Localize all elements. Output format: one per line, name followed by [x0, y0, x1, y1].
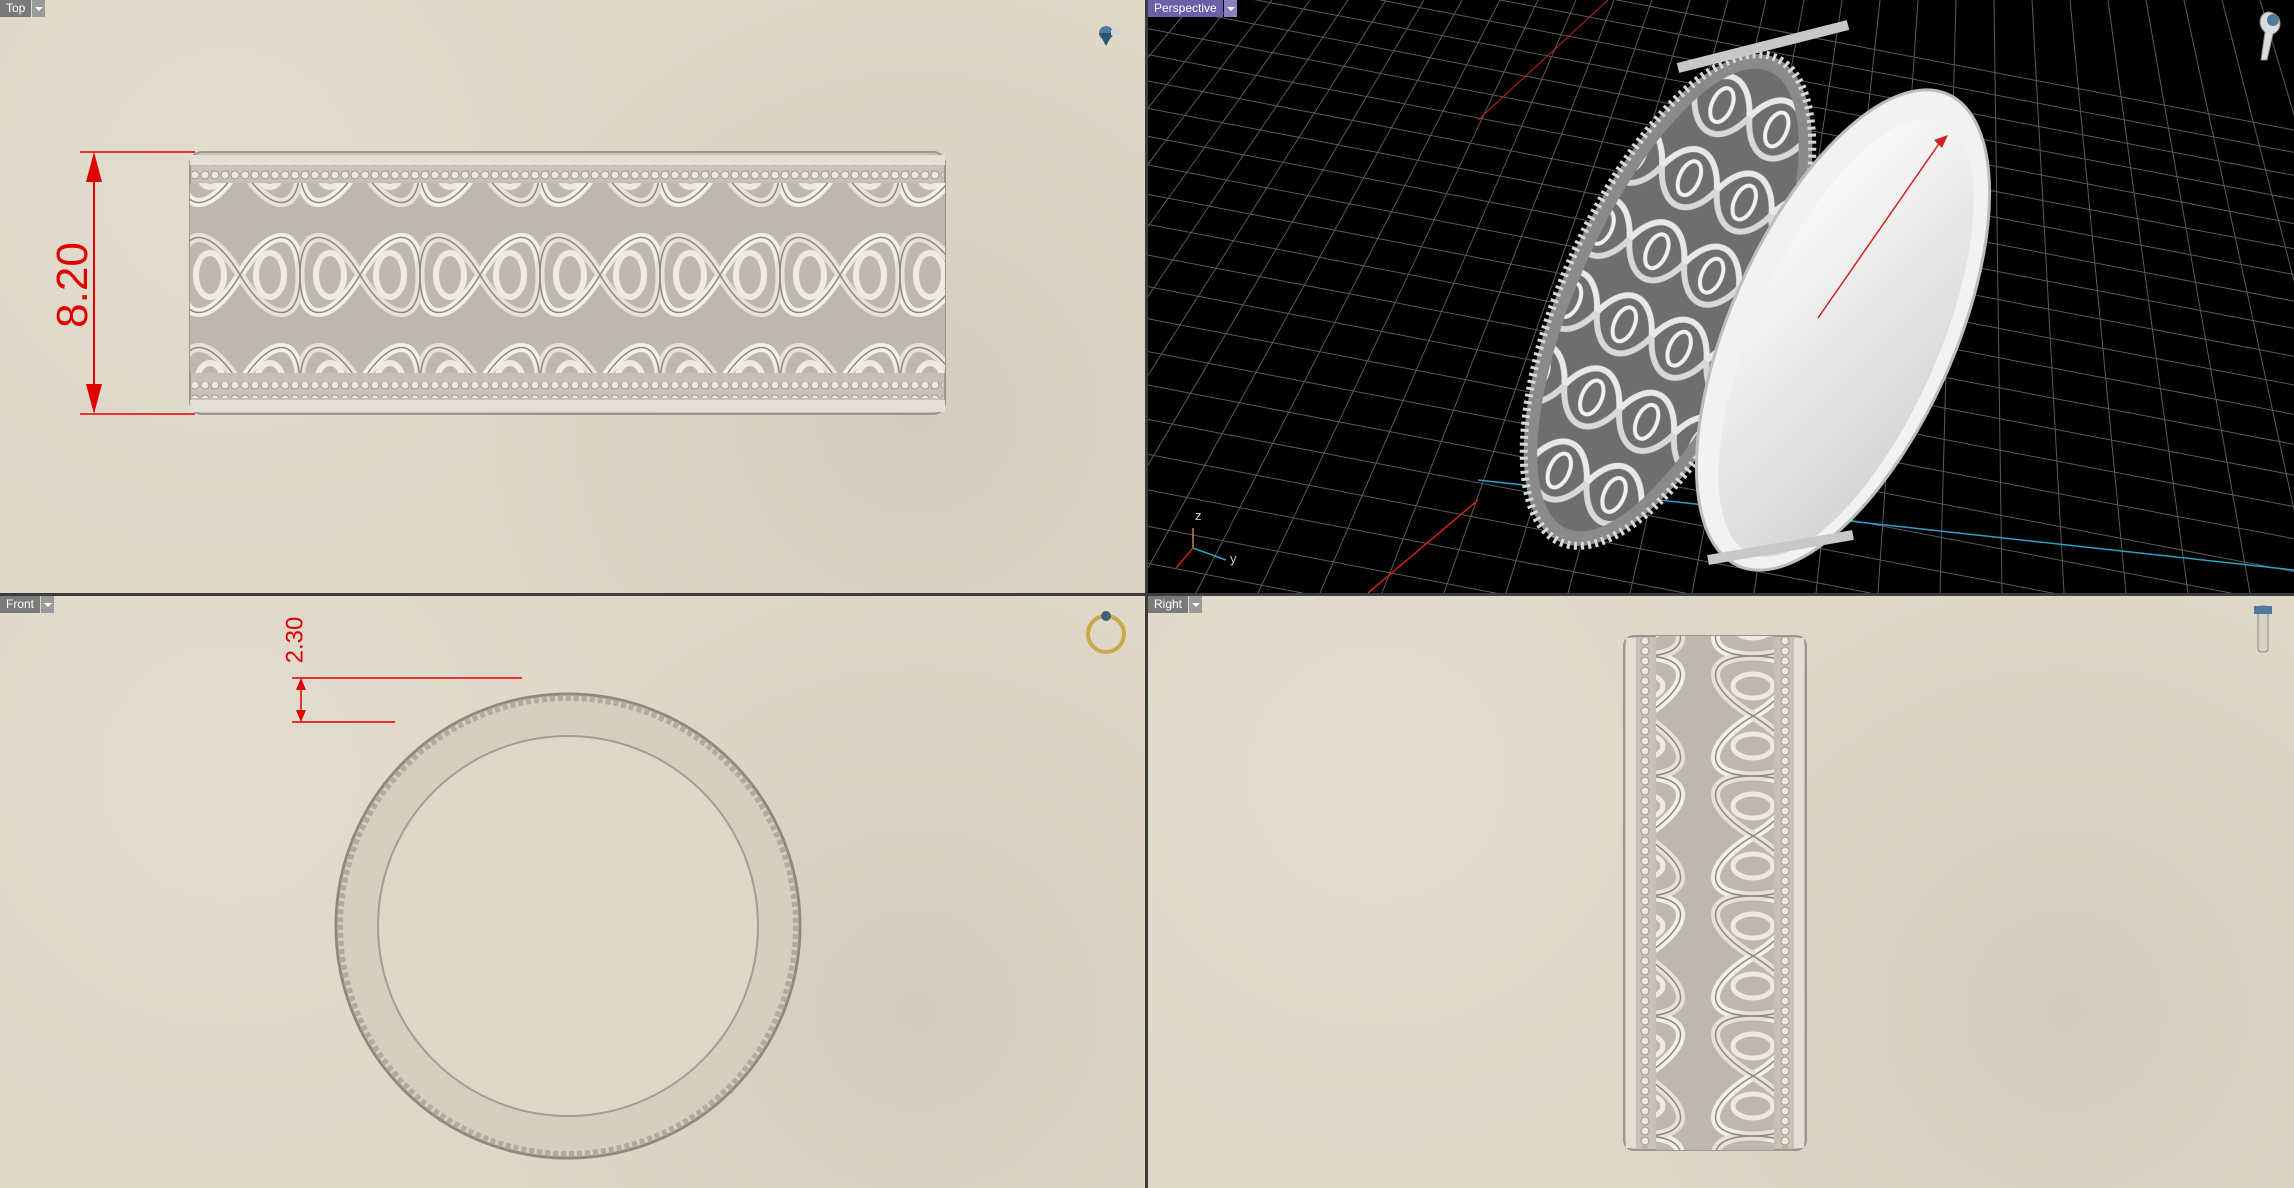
viewport-label-top[interactable]: Top	[0, 0, 46, 17]
viewport-title: Perspective	[1148, 0, 1223, 17]
top-viewport[interactable]: Top 8.20	[0, 0, 1145, 593]
ring-side-icon[interactable]	[2243, 8, 2287, 64]
ring-front-icon[interactable]	[1083, 606, 1129, 656]
celtic-knot-pattern	[1656, 636, 1774, 1150]
dimension-band-thickness: 2.30	[281, 616, 309, 664]
viewport-menu-dropdown[interactable]	[1223, 0, 1237, 17]
viewport-menu-dropdown[interactable]	[1189, 596, 1203, 613]
dimension-ring-width: 8.20	[47, 242, 97, 328]
viewport-title: Right	[1148, 596, 1189, 613]
axis-label-y: y	[1230, 551, 1237, 566]
viewport-menu-dropdown[interactable]	[32, 0, 46, 17]
right-view-drawing	[1623, 635, 1807, 1151]
top-view-drawing	[80, 151, 946, 415]
viewport-title: Top	[0, 0, 32, 17]
front-viewport[interactable]: Front 2.30	[0, 596, 1145, 1188]
viewport-label-right[interactable]: Right	[1148, 596, 1203, 613]
front-view-drawing	[292, 677, 802, 1160]
viewport-label-front[interactable]: Front	[0, 596, 55, 613]
axis-label-z: z	[1195, 508, 1202, 523]
viewport-title: Front	[0, 596, 41, 613]
perspective-view-drawing	[1148, 0, 2294, 593]
ring-gem-top-icon[interactable]	[1083, 18, 1123, 58]
ring-inner-circle	[377, 735, 759, 1117]
viewport-menu-dropdown[interactable]	[41, 596, 55, 613]
ring-right-icon[interactable]	[2242, 602, 2282, 658]
right-viewport[interactable]: Right	[1148, 596, 2294, 1188]
viewport-label-perspective[interactable]: Perspective	[1148, 0, 1237, 17]
perspective-viewport[interactable]: Perspective z y	[1148, 0, 2294, 593]
celtic-knot-pattern	[190, 183, 945, 373]
